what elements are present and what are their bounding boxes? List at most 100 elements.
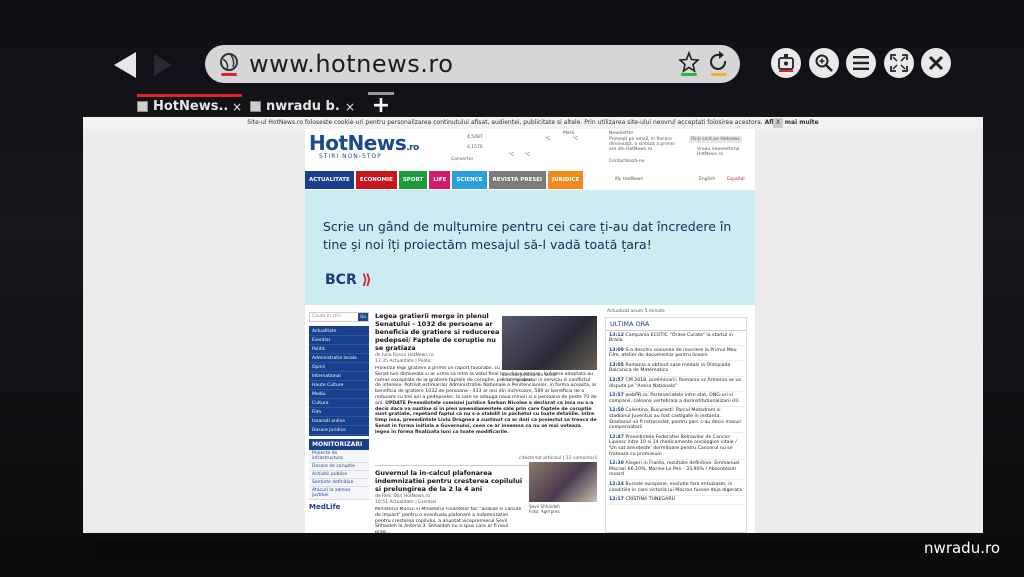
menu-item-sport[interactable]: SPORT [398,171,428,189]
zoom-icon [815,54,833,72]
screen-remote-button[interactable] [771,48,801,78]
star-add-icon[interactable] [677,50,701,77]
site-logo[interactable]: HotNews.ro [309,131,419,155]
menu-item-revista-presei[interactable]: REVISTA PRESEI [488,171,547,189]
tab-nwradu[interactable]: nwradu b... × [250,94,355,116]
comments-link[interactable]: 12 comentarii [566,456,597,461]
menu-icon [853,56,869,70]
zoom-button[interactable] [809,48,839,78]
sidebar-item[interactable]: Haute Culture [309,381,369,390]
monitorizari-list: Proiecte de infrastructura Dosare de coru… [309,450,369,500]
monitorizari-item[interactable]: Proiecte de infrastructura [309,450,369,463]
monitorizari-item[interactable]: Achizitii publice [309,471,369,479]
back-button[interactable] [110,50,140,80]
main-articles: Legea gratierii merge in plenul Senatulu… [375,312,597,533]
menu-button[interactable] [846,48,876,78]
read-more-link[interactable]: citeste tot articolul [519,456,561,461]
url-text[interactable]: www.hotnews.ro [249,50,453,78]
monitorizari-item[interactable]: Atacuri la adresa justitiei [309,487,369,500]
monitorizari-item[interactable]: Sentinte definitive [309,479,369,487]
favicon [250,101,261,112]
globe-icon [217,51,241,77]
news-item[interactable]: 12:57 webPR.ro: Parteneriatele intre sta… [606,392,746,407]
menu-item-science[interactable]: SCIENCE [452,171,487,189]
ultima-ora-title: ULTIMA ORA [606,318,746,331]
news-text: S-a deschis sesiunea de inscriere la Pri… [609,347,737,359]
menu-item-life[interactable]: LIFE [429,171,451,189]
news-item[interactable]: 13:12 Campania ECOTIC "Orase Curate" la … [606,331,746,347]
search-input[interactable]: Caută în ştiri Go [309,312,369,322]
news-item[interactable]: 12:47 Presedintele Federatiei Bolnavilor… [606,433,746,460]
reload-icon[interactable] [707,51,731,77]
lang-english[interactable]: English [699,177,715,182]
bcr-ad-banner[interactable]: Scrie un gând de mulțumire pentru cei ca… [305,190,755,305]
sidebar-item[interactable]: Dosare Juridice [309,426,369,435]
news-item[interactable]: 12:24 Bursele europene, evolutie fara en… [606,480,746,496]
sidebar-item[interactable]: Esential [309,336,369,345]
article-1-headline[interactable]: Legea gratierii merge in plenul Senatulu… [375,312,500,352]
article-2: Guvernul la in-calcul plafonarea indemni… [375,469,523,505]
news-item[interactable]: 12:30 Alegeri in Franta, rezultate defin… [606,460,746,481]
forward-button[interactable] [152,52,174,78]
newsletter-label: Newsletter [609,131,634,136]
subscribe-button[interactable]: Fă-ţi cont pe Hotnews [689,136,742,143]
lang-espanol[interactable]: Español [727,177,745,182]
medlife-ad[interactable]: MedLife [309,503,369,511]
new-tab-button[interactable]: + [368,92,394,117]
news-time: 12:30 [609,461,624,467]
newsletter-text: Primeşti pe email, în fiecare dimineaţă,… [609,137,675,152]
news-item[interactable]: 12:57 CM 2018, preliminarii: Romania vs … [606,377,746,392]
sidebar-item[interactable]: Politic [309,345,369,354]
article-2-headline[interactable]: Guvernul la in-calcul plafonarea indemni… [375,469,523,493]
news-time: 13:12 [609,332,624,338]
banner-text: Scrie un gând de mulțumire pentru cei ca… [323,219,732,252]
news-item[interactable]: 13:05 Romania a obtinut sase medalii la … [606,361,746,377]
article-1-byline: de Iulia Rosca HotNews.ro [375,353,434,358]
main-menu: ACTUALITATE ECONOMIE SPORT LIFE SCIENCE REVIS… [305,171,584,189]
newsletter-view-link[interactable]: Vreau newsletterul HotNews.ro [697,147,749,157]
weather-temp: °C [509,153,515,158]
sidebar-item[interactable]: Insanati online [309,417,369,426]
sidebar-item[interactable]: Actualitate [309,327,369,336]
menu-item-juridice[interactable]: JURIDICE [548,171,584,189]
sidebar-item[interactable]: Cultura [309,399,369,408]
tab-close-icon[interactable]: × [232,100,242,114]
cookie-close-button[interactable]: X [773,118,783,128]
monitorizari-header: MONITORIZARI [309,439,369,450]
article-2-photo[interactable] [529,462,597,502]
forward-arrow-icon [154,54,172,76]
sidebar-item[interactable]: Administratie locala [309,354,369,363]
sidebar-item[interactable]: Mediu [309,390,369,399]
search-go-button[interactable]: Go [358,313,368,321]
article-1: Legea gratierii merge in plenul Senatulu… [375,312,500,364]
news-item[interactable]: 13:09 S-a deschis sesiunea de inscriere … [606,346,746,362]
address-bar[interactable]: www.hotnews.ro [205,45,740,83]
rate-usd: 4,1576 [467,145,483,150]
article-2-body: Ministerul Muncii si Ministerul Finantel… [375,507,522,533]
sidebar-item[interactable]: Opinii [309,363,369,372]
tab-hotnews[interactable]: HotNews.... × [137,94,242,116]
fullscreen-icon [890,54,908,72]
news-item[interactable]: 12:17 CRISTINA TUNEGARU [606,496,746,506]
tab-title: nwradu b... [266,99,340,114]
tab-close-icon[interactable]: × [345,100,355,114]
news-time: 12:57 [609,378,624,384]
monitorizari-item[interactable]: Dosare de coruptie [309,463,369,471]
contact-link[interactable]: Contactează-ne [609,159,644,164]
cookie-notice: Site-ul HotNews.ro foloseste cookie-uri … [83,117,983,129]
news-text: Campania ECOTIC "Orase Curate" la startu… [609,332,734,344]
menu-item-actualitate[interactable]: ACTUALITATE [305,171,354,189]
sidebar-item[interactable]: Film [309,408,369,417]
sidebar-item[interactable]: International [309,372,369,381]
menu-item-economie[interactable]: ECONOMIE [355,171,397,189]
news-text: CM 2018, preliminarii: Romania vs Armeni… [609,378,742,389]
convertor-link[interactable]: Convertor [451,157,473,162]
news-text: webPR.ro: Parteneriatele intre stat, ONG… [609,393,739,404]
article-1-photo[interactable] [502,316,597,370]
my-hotnews-link[interactable]: My HotNews [615,177,643,182]
close-button[interactable] [921,48,951,78]
news-item[interactable]: 12:50 Colentina, Bucuresti: Parcul Motod… [606,407,746,434]
fullscreen-button[interactable] [884,48,914,78]
rate-euro: 4,5487 [467,135,483,140]
section-list: Actualitate Esential Politic Administratie … [309,326,369,436]
